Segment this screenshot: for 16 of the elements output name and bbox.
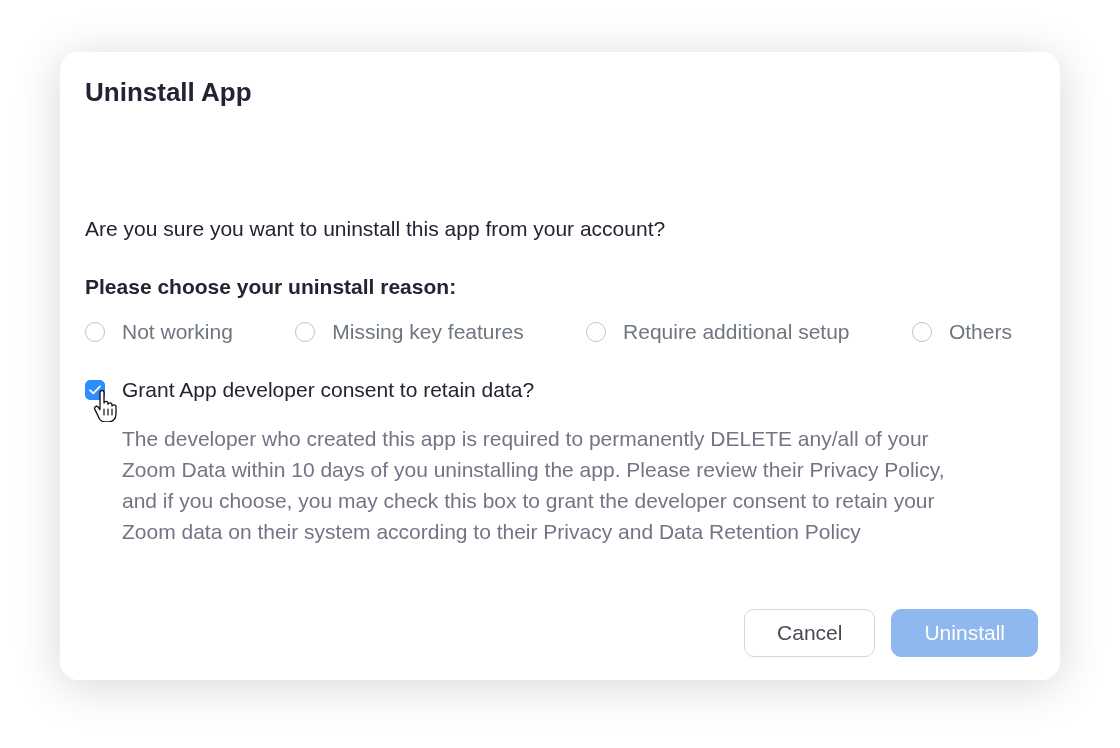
radio-button[interactable]	[295, 322, 316, 342]
reason-radio-option[interactable]: Missing key features	[295, 317, 524, 347]
radio-button[interactable]	[85, 322, 105, 342]
check-icon	[89, 385, 101, 395]
radio-button[interactable]	[586, 322, 607, 342]
radio-button[interactable]	[911, 322, 932, 342]
reason-heading: Please choose your uninstall reason:	[85, 274, 457, 300]
cancel-button[interactable]: Cancel	[744, 609, 876, 657]
reason-radio-option[interactable]: Require additional setup	[586, 317, 850, 347]
dialog-title: Uninstall App	[85, 76, 252, 109]
reason-radio-option[interactable]: Others	[911, 317, 1012, 347]
reason-radio-option[interactable]: Not working	[85, 317, 233, 347]
confirmation-question: Are you sure you want to uninstall this app from your account?	[85, 216, 666, 242]
hand-cursor-icon	[93, 390, 119, 422]
consent-label[interactable]: Grant App developer consent to retain data?	[122, 375, 535, 405]
consent-description: The developer who created this app is required to permanently DELETE any/all of your Zoom Data within 10 days of you uninstalling the app. Please review their Privacy Policy, and if you choose, you may check this box to grant the developer consent to retain your Zoom data on their system according to their Privacy and Data Retention Policy	[122, 426, 946, 545]
